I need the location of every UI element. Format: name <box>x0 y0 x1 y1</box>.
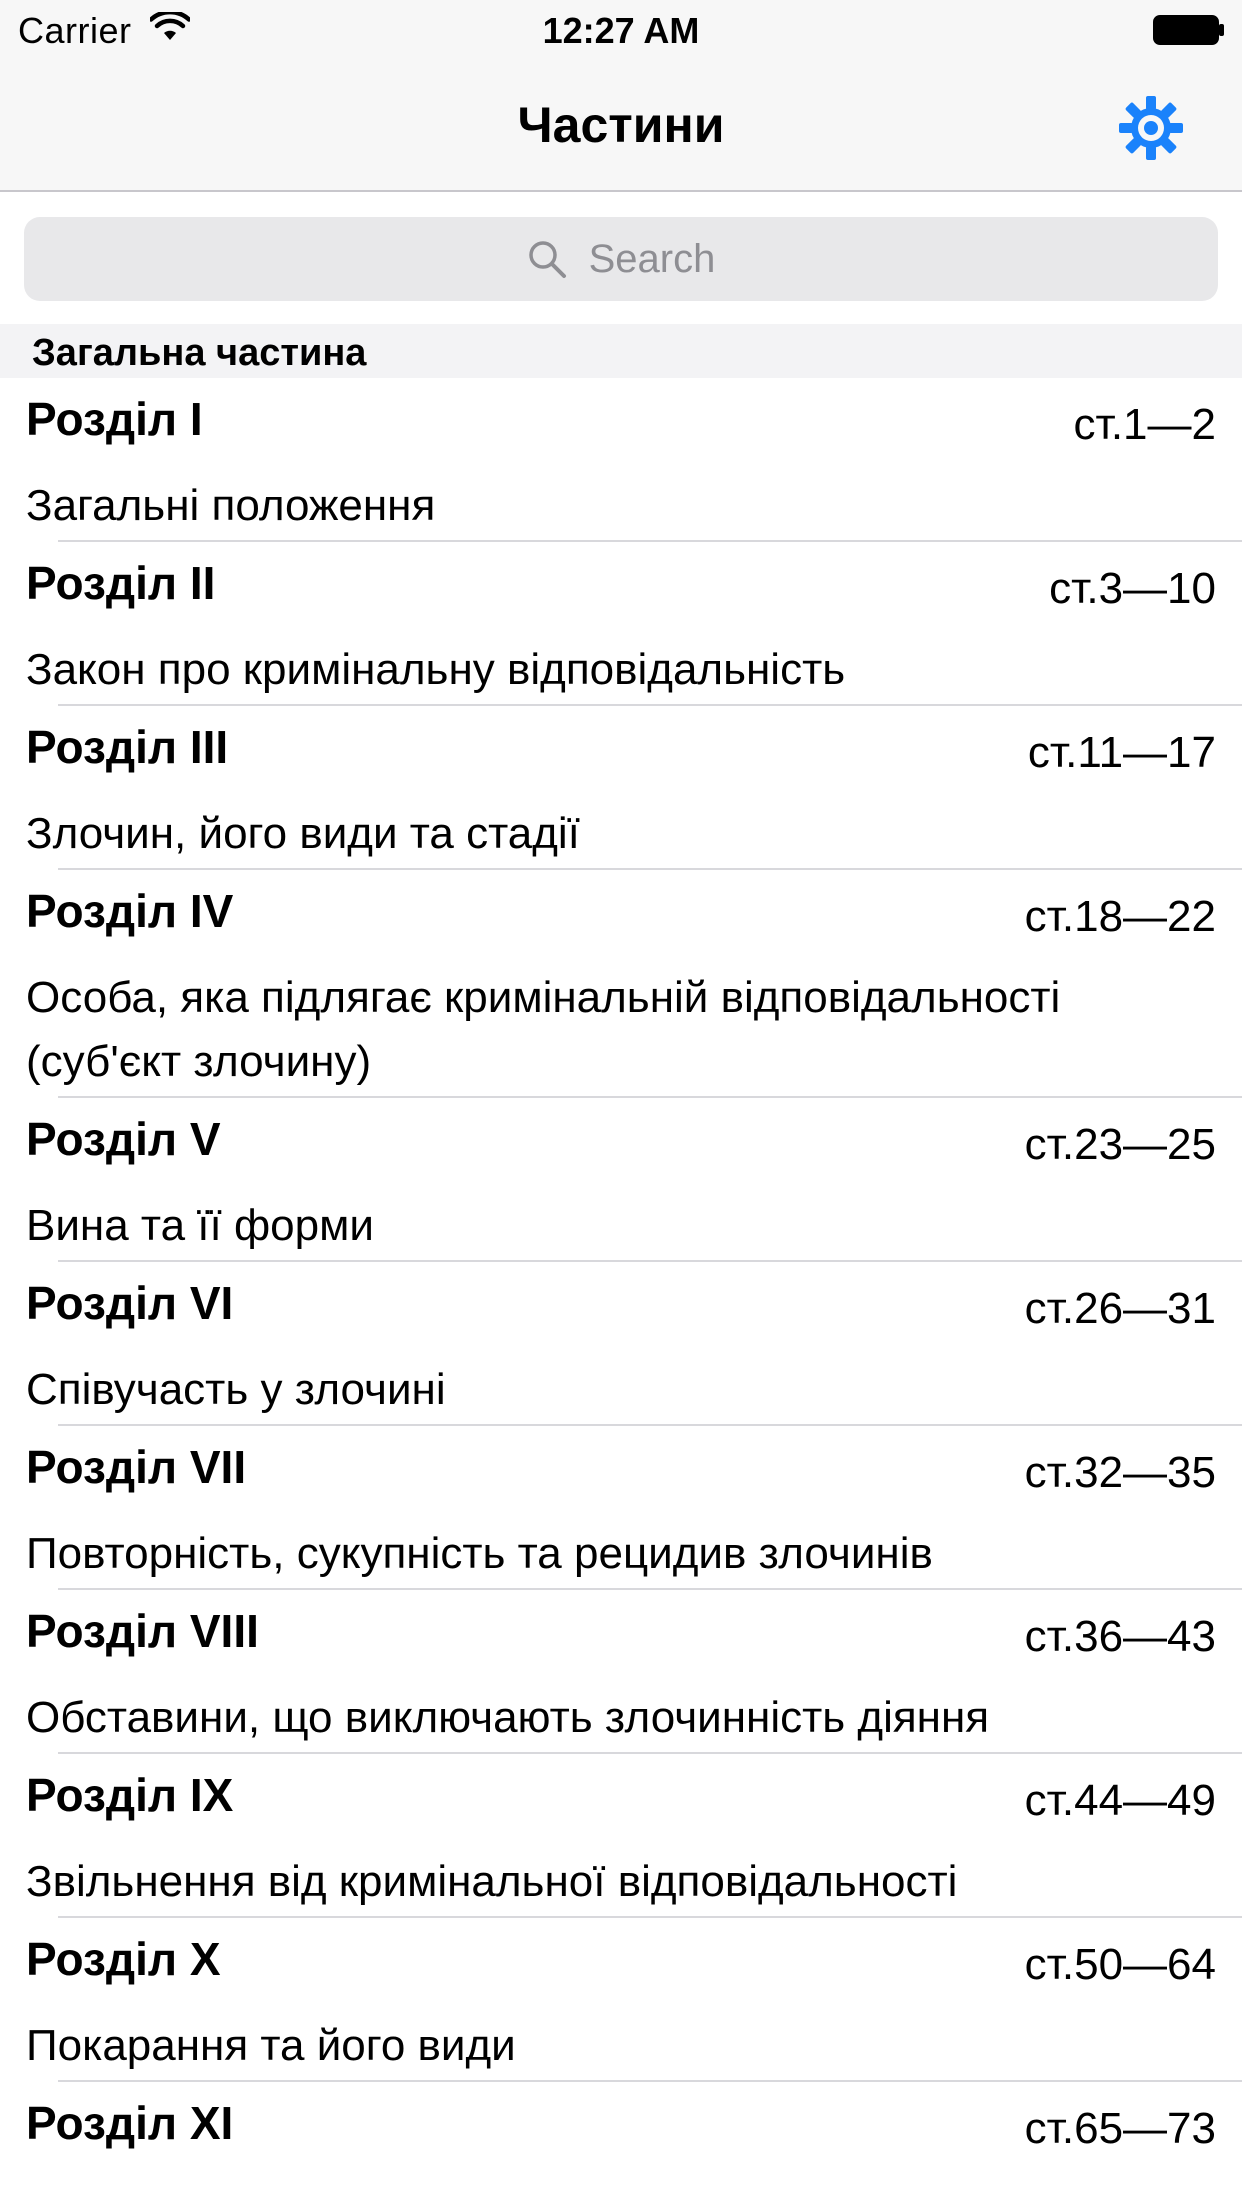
search-bar: Search <box>0 194 1242 324</box>
screen: Carrier 12:27 AM Частини Search Загальна… <box>0 0 1242 2208</box>
list-item[interactable]: Розділ X ст.50—64 Покарання та його види <box>0 1918 1242 2082</box>
row-article-range: ст.26—31 <box>1024 1284 1216 1333</box>
row-title: Розділ IX <box>26 1769 234 1821</box>
row-article-range: ст.50—64 <box>1024 1940 1216 1989</box>
row-subtitle: Обставини, що виключають злочинність дія… <box>26 1693 990 1742</box>
row-title: Розділ VI <box>26 1277 234 1329</box>
chapter-list: Розділ Iст.1—2 Загальні положення Розділ I… <box>0 378 1242 2208</box>
row-article-range: ст.44—49 <box>1024 1776 1216 1825</box>
row-article-range: ст.18—22 <box>1024 892 1216 941</box>
list-item[interactable]: Розділ VIII ст.36—43 Обставини, що виключа… <box>0 1590 1242 1754</box>
row-article-range: ст.11—17 <box>1027 728 1216 777</box>
status-bar: Carrier 12:27 AM <box>0 0 1242 60</box>
row-title: Розділ VIII <box>26 1605 259 1657</box>
row-title: Розділ II <box>26 557 216 609</box>
row-subtitle: Звільнення від кримінальної відповідальн… <box>26 1857 958 1906</box>
row-subtitle: Повторність, сукупність та рецидив злочи… <box>26 1529 933 1578</box>
row-article-range: ст.32—35 <box>1024 1448 1216 1497</box>
page-title: Частини <box>517 97 725 153</box>
row-subtitle: Закон про кримінальну відповідальність <box>26 645 846 694</box>
row-article-range: ст.36—43 <box>1024 1612 1216 1661</box>
row-title: Розділ VII <box>26 1441 247 1493</box>
row-article-range: ст.3—10 <box>1049 564 1216 613</box>
row-subtitle: Злочин, його види та стадії <box>26 809 580 858</box>
gear-icon[interactable] <box>1118 95 1184 161</box>
row-title: Розділ X <box>26 1933 221 1985</box>
list-item[interactable]: Розділ IV ст.18—22 Особа, яка підлягає кри… <box>0 870 1242 1098</box>
search-input[interactable] <box>24 217 1218 301</box>
list-item[interactable]: Розділ I ст.1—2 Загальні положення <box>0 378 1242 542</box>
row-title: Розділ IV <box>26 885 234 937</box>
row-subtitle: Загальні положення <box>26 481 436 530</box>
row-subtitle: Покарання та його види <box>26 2021 516 2070</box>
list-item[interactable]: Розділ XI ст.65—73 <box>0 2082 1242 2208</box>
row-article-range: ст.23—25 <box>1024 1120 1216 1169</box>
row-article-range: ст.65—73 <box>1024 2104 1216 2153</box>
row-title: Розділ V <box>26 1113 221 1165</box>
navigation-bar: Carrier 12:27 AM Частини <box>0 0 1242 192</box>
row-subtitle: Особа, яка підлягає кримінальній відпові… <box>26 973 1061 1086</box>
row-subtitle: Співучасть у злочині <box>26 1365 446 1414</box>
row-title: Розділ XI <box>26 2097 234 2149</box>
list-item[interactable]: Розділ II ст.3—10 Закон про кримінальну ві… <box>0 542 1242 706</box>
list-item[interactable]: Розділ III ст.11—17 Злочин, його види та с… <box>0 706 1242 870</box>
list-item[interactable]: Розділ VII ст.32—35 Повторність, сукупніст… <box>0 1426 1242 1590</box>
row-title: Розділ I <box>26 393 203 445</box>
section-header: Загальна частина <box>0 324 1242 378</box>
list-item[interactable]: Розділ IX ст.44—49 Звільнення від кримінал… <box>0 1754 1242 1918</box>
list-item[interactable]: Розділ V ст.23—25 Вина та її форми <box>0 1098 1242 1262</box>
row-title: Розділ III <box>26 721 229 773</box>
row-article-range: ст.1—2 <box>1073 400 1216 449</box>
list-item[interactable]: Розділ VI ст.26—31 Співучасть у злочині <box>0 1262 1242 1426</box>
row-subtitle: Вина та її форми <box>26 1201 374 1250</box>
clock: 12:27 AM <box>542 10 700 51</box>
battery-icon <box>1153 15 1224 45</box>
